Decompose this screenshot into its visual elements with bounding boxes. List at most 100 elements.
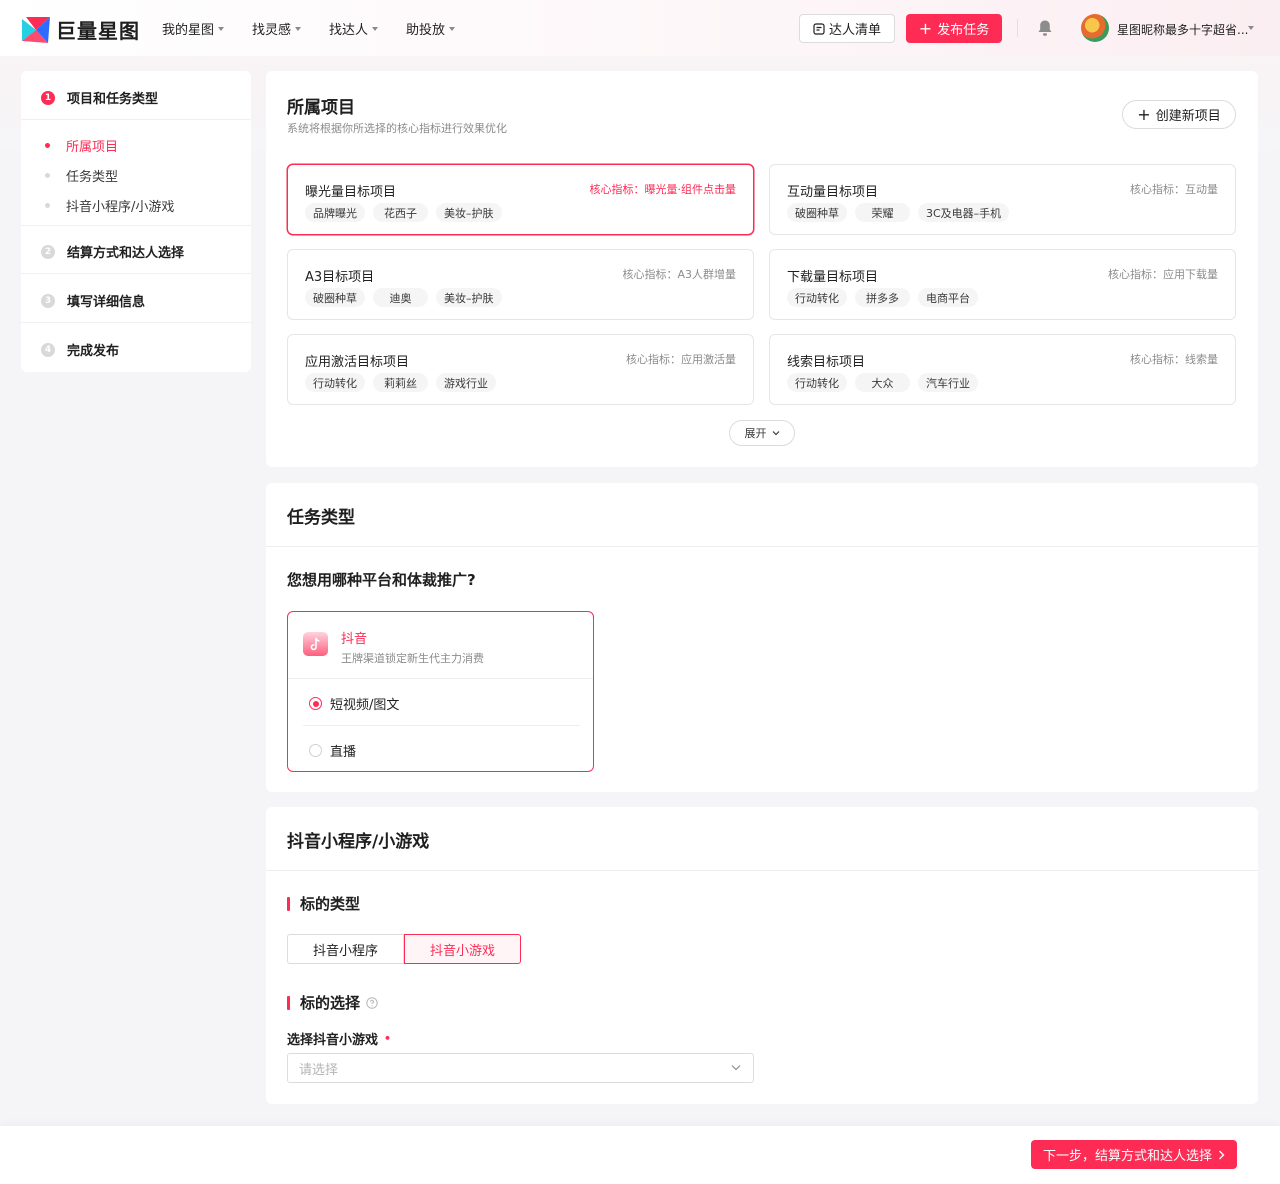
tag: 行动转化: [787, 373, 847, 392]
segment-mini-program[interactable]: 抖音小程序: [287, 934, 404, 964]
tag: 莉莉丝: [373, 373, 428, 392]
project-tags: 行动转化 大众 汽车行业: [787, 373, 986, 392]
step-details[interactable]: 3 填写详细信息: [41, 291, 145, 310]
project-name: 曝光量目标项目: [305, 185, 397, 200]
tag: 破圈种草: [787, 203, 847, 222]
target-type-segmented: 抖音小程序 抖音小游戏: [287, 934, 521, 964]
user-name[interactable]: 星图昵称最多十字超省...: [1117, 21, 1248, 38]
step-label: 完成发布: [67, 344, 120, 359]
help-circle-icon[interactable]: [366, 996, 378, 1009]
divider: [288, 678, 593, 679]
project-metric: 核心指标：A3人群增量: [622, 268, 736, 281]
platform-card-douyin[interactable]: 抖音 王牌渠道锁定新生代主力消费 短视频/图文 直播: [287, 611, 594, 772]
step-project-task-type[interactable]: 1 项目和任务类型: [41, 88, 158, 107]
divider: [303, 725, 580, 726]
divider: [266, 546, 1258, 547]
task-type-panel: 任务类型 您想用哪种平台和体裁推广? 抖音 王牌渠道锁定新生代主力消费 短视频/…: [266, 483, 1258, 792]
list-icon: [813, 22, 825, 35]
project-card-leads[interactable]: 线索目标项目 核心指标：线索量 行动转化 大众 汽车行业: [769, 334, 1236, 405]
nav-find-creators[interactable]: 找达人: [329, 19, 379, 38]
avatar[interactable]: [1081, 14, 1109, 42]
tag: 品牌曝光: [305, 203, 365, 222]
radio-label: 短视频/图文: [330, 698, 400, 713]
radio-live[interactable]: 直播: [309, 741, 356, 760]
main-nav: 我的星图 找灵感 找达人 助投放: [162, 19, 483, 38]
subitem-mini-program[interactable]: 抖音小程序/小游戏: [45, 196, 174, 215]
divider: [21, 119, 251, 120]
project-metric: 核心指标：曝光量·组件点击量: [589, 183, 737, 196]
tag: 游戏行业: [436, 373, 496, 392]
project-tags: 行动转化 莉莉丝 游戏行业: [305, 373, 504, 392]
mini-game-select[interactable]: 请选择: [287, 1053, 754, 1083]
creator-list-button[interactable]: 达人清单: [799, 14, 895, 43]
select-placeholder: 请选择: [299, 1062, 339, 1078]
step-number: 3: [41, 293, 55, 308]
project-panel: 所属项目 系统将根据你所选择的核心指标进行效果优化 + 创建新项目 曝光量目标项…: [266, 71, 1258, 467]
nav-ad-boost[interactable]: 助投放: [406, 19, 456, 38]
tag: 荣耀: [855, 203, 910, 222]
tag: 3C及电器–手机: [918, 203, 1010, 222]
radio-checked-icon[interactable]: [309, 697, 322, 710]
project-card-activation[interactable]: 应用激活目标项目 核心指标：应用激活量 行动转化 莉莉丝 游戏行业: [287, 334, 754, 405]
step-settlement[interactable]: 2 结算方式和达人选择: [41, 242, 184, 261]
section-title: 抖音小程序/小游戏: [287, 832, 430, 852]
tag: 大众: [855, 373, 910, 392]
step-publish[interactable]: 4 完成发布: [41, 340, 119, 359]
nav-inspiration[interactable]: 找灵感: [252, 19, 302, 38]
expand-button[interactable]: 展开: [729, 420, 795, 446]
chevron-down-icon[interactable]: [1248, 26, 1254, 30]
bell-icon[interactable]: [1037, 19, 1053, 37]
platform-desc: 王牌渠道锁定新生代主力消费: [341, 652, 484, 665]
mini-program-panel: 抖音小程序/小游戏 标的类型 抖音小程序 抖音小游戏 标的选择 选择抖音小游戏 …: [266, 807, 1258, 1104]
nav-my-xingtu[interactable]: 我的星图: [162, 19, 225, 38]
accent-bar: [287, 896, 290, 911]
section-subtitle: 系统将根据你所选择的核心指标进行效果优化: [287, 122, 507, 135]
step-label: 项目和任务类型: [67, 92, 159, 107]
project-card-exposure[interactable]: 曝光量目标项目 核心指标：曝光量·组件点击量 品牌曝光 花西子 美妆–护肤: [287, 164, 754, 235]
publish-task-button[interactable]: + 发布任务: [906, 14, 1002, 43]
tag: 花西子: [373, 203, 428, 222]
project-card-download[interactable]: 下载量目标项目 核心指标：应用下载量 行动转化 拼多多 电商平台: [769, 249, 1236, 320]
project-card-engagement[interactable]: 互动量目标项目 核心指标：互动量 破圈种草 荣耀 3C及电器–手机: [769, 164, 1236, 235]
tag: 破圈种草: [305, 288, 365, 307]
divider: [21, 322, 251, 323]
brand-logo[interactable]: 巨量星图: [22, 15, 140, 44]
project-tags: 破圈种草 迪奥 美妆–护肤: [305, 288, 510, 307]
tag: 迪奥: [373, 288, 428, 307]
bullet-icon: [45, 173, 50, 178]
chevron-down-icon: [295, 26, 302, 31]
top-header: 巨量星图 我的星图 找灵感 找达人 助投放 达人清单 + 发布任务 星图昵称最多…: [0, 0, 1280, 56]
required-mark: •: [384, 1032, 392, 1045]
project-tags: 品牌曝光 花西子 美妆–护肤: [305, 203, 510, 222]
brand-name: 巨量星图: [56, 19, 140, 43]
target-select-heading: 标的选择: [287, 992, 378, 1013]
project-metric: 核心指标：应用激活量: [626, 353, 736, 366]
section-title: 所属项目: [287, 98, 355, 118]
next-step-button[interactable]: 下一步，结算方式和达人选择: [1031, 1140, 1237, 1169]
radio-unchecked-icon[interactable]: [309, 744, 322, 757]
chevron-down-icon: [449, 26, 456, 31]
subitem-task-type[interactable]: 任务类型: [45, 166, 118, 185]
project-tags: 破圈种草 荣耀 3C及电器–手机: [787, 203, 1017, 222]
tag: 美妆–护肤: [436, 288, 502, 307]
project-name: 应用激活目标项目: [305, 355, 410, 370]
music-note-icon: [310, 637, 320, 651]
step-sidebar: 1 项目和任务类型 所属项目 任务类型 抖音小程序/小游戏 2 结算方式和达人选…: [21, 71, 251, 372]
bullet-icon: [45, 143, 50, 148]
create-project-button[interactable]: + 创建新项目: [1122, 100, 1236, 129]
tag: 行动转化: [305, 373, 365, 392]
create-project-label: 创建新项目: [1155, 109, 1221, 124]
divider: [21, 225, 251, 226]
radio-short-video[interactable]: 短视频/图文: [309, 694, 399, 713]
nav-label: 找灵感: [252, 23, 292, 38]
project-card-a3[interactable]: A3目标项目 核心指标：A3人群增量 破圈种草 迪奥 美妆–护肤: [287, 249, 754, 320]
target-type-heading: 标的类型: [287, 893, 360, 914]
header-divider: [1017, 19, 1018, 37]
footer-bar: 下一步，结算方式和达人选择: [0, 1126, 1280, 1184]
chevron-down-icon: [731, 1065, 741, 1071]
project-name: 互动量目标项目: [787, 185, 879, 200]
subitem-project[interactable]: 所属项目: [45, 136, 118, 155]
plus-icon: +: [1137, 104, 1151, 124]
segment-mini-game[interactable]: 抖音小游戏: [404, 934, 521, 964]
radio-label: 直播: [330, 745, 357, 760]
